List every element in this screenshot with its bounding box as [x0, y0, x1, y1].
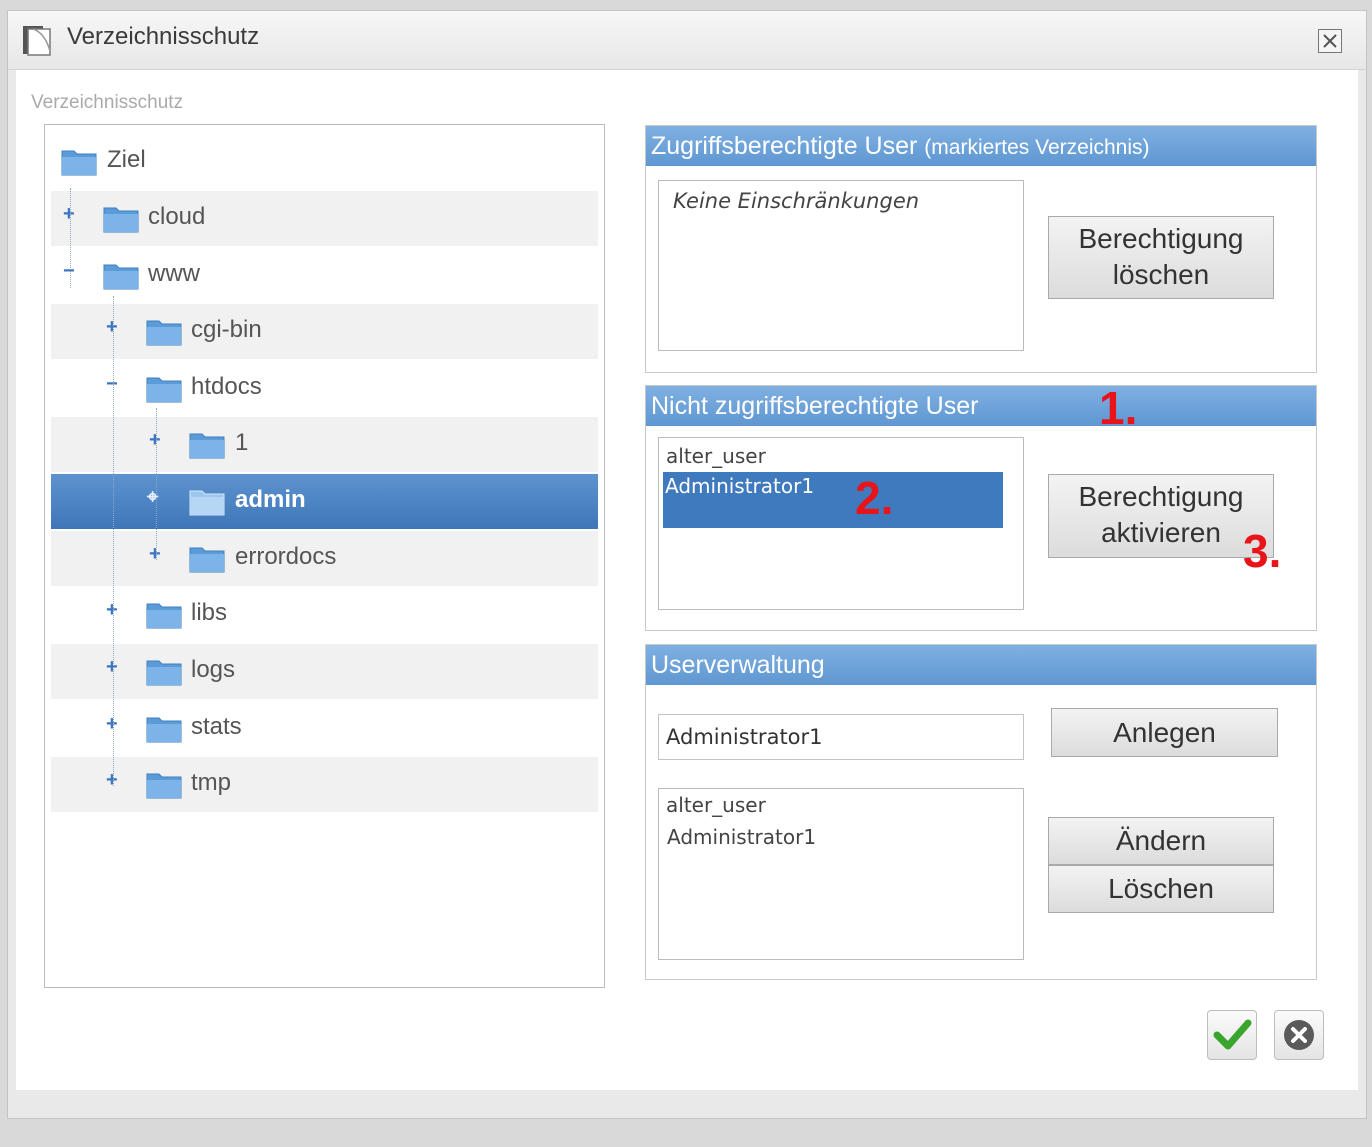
authorized-users-list[interactable]: Keine Einschränkungen	[658, 180, 1024, 351]
tree-connector	[70, 188, 71, 288]
user-management-panel: Userverwaltung Anlegen alter_user Admini…	[645, 644, 1317, 980]
folder-icon	[146, 320, 182, 346]
annotation-2: 2.	[855, 472, 894, 524]
unauthorized-users-panel: Nicht zugriffsberechtigte User alter_use…	[645, 385, 1317, 631]
tree-item-label: Ziel	[107, 146, 146, 173]
expand-icon[interactable]: +	[63, 203, 75, 226]
unauthorized-users-list[interactable]: alter_user Administrator1	[658, 437, 1024, 610]
expand-icon[interactable]: +	[149, 429, 161, 452]
collapse-icon[interactable]: −	[63, 260, 75, 283]
cancel-button[interactable]	[1274, 1010, 1324, 1060]
panel-header: Zugriffsberechtigte User (markiertes Ver…	[646, 126, 1316, 166]
tree-item-1[interactable]: + 1	[51, 417, 598, 472]
tree-item-label: admin	[235, 486, 306, 513]
ok-button[interactable]	[1207, 1010, 1257, 1060]
folder-icon	[146, 773, 182, 799]
tree-item-errordocs[interactable]: + errordocs	[51, 531, 598, 586]
user-list[interactable]: alter_user Administrator1	[658, 788, 1024, 960]
tree-connector	[113, 296, 114, 786]
expand-icon[interactable]: +	[106, 656, 118, 679]
tree-item-label: logs	[191, 656, 236, 683]
tree-item-libs[interactable]: + libs	[51, 587, 598, 642]
tree-item-htdocs[interactable]: − htdocs	[51, 361, 598, 416]
tree-item-label: errordocs	[235, 543, 337, 570]
tree-item-label: libs	[191, 599, 228, 626]
expand-icon[interactable]: +	[106, 769, 118, 792]
cancel-circle-icon	[1284, 1020, 1314, 1050]
list-item[interactable]: Keine Einschränkungen	[673, 189, 919, 213]
folder-open-icon	[146, 377, 182, 403]
tree-item-label: www	[148, 260, 200, 287]
tree-item-logs[interactable]: + logs	[51, 644, 598, 699]
delete-permission-button[interactable]: Berechtigung löschen	[1048, 216, 1274, 299]
tree-item-ziel[interactable]: Ziel	[51, 134, 598, 189]
folder-icon	[189, 490, 225, 516]
tree-item-label: cloud	[148, 203, 206, 230]
tree-item-label: htdocs	[191, 373, 262, 400]
close-button[interactable]	[1318, 29, 1342, 53]
list-item[interactable]: Administrator1	[667, 825, 816, 849]
create-user-button[interactable]: Anlegen	[1051, 708, 1278, 757]
tree-item-label: tmp	[191, 769, 232, 796]
folder-icon	[146, 603, 182, 629]
username-input[interactable]	[658, 714, 1024, 760]
panel-subtitle: (markiertes Verzeichnis)	[924, 136, 1150, 159]
expand-icon[interactable]: +	[106, 599, 118, 622]
tree-item-label: 1	[235, 429, 249, 456]
folder-icon	[103, 207, 139, 233]
tree-item-tmp[interactable]: + tmp	[51, 757, 598, 812]
list-item-selected[interactable]: Administrator1	[663, 472, 1003, 528]
list-item[interactable]: alter_user	[666, 444, 766, 468]
button-label: Berechtigung	[1078, 481, 1244, 512]
authorized-users-panel: Zugriffsberechtigte User (markiertes Ver…	[645, 125, 1317, 373]
list-item[interactable]: alter_user	[666, 793, 766, 817]
panel-header: Nicht zugriffsberechtigte User	[646, 386, 1316, 426]
tree-item-cloud[interactable]: + cloud	[51, 191, 598, 246]
folder-icon	[189, 433, 225, 459]
expand-icon[interactable]: +	[149, 543, 161, 566]
list-item-label: Administrator1	[665, 474, 815, 498]
directory-protection-icon	[23, 26, 51, 56]
annotation-1: 1.	[1099, 382, 1138, 434]
collapse-icon[interactable]: −	[106, 373, 118, 396]
window-title: Verzeichnisschutz	[67, 23, 260, 50]
activate-permission-button[interactable]: Berechtigung aktivieren	[1048, 474, 1274, 558]
folder-icon	[189, 547, 225, 573]
expand-icon[interactable]: +	[106, 316, 118, 339]
checkmark-icon	[1213, 1019, 1252, 1050]
section-label: Verzeichnisschutz	[31, 92, 184, 113]
expand-icon[interactable]: +	[106, 713, 118, 736]
annotation-3: 3.	[1243, 525, 1282, 577]
button-label: löschen	[1112, 259, 1210, 290]
folder-icon	[61, 150, 97, 176]
panel-header: Userverwaltung	[646, 645, 1316, 685]
tree-item-label: stats	[191, 713, 242, 740]
folder-icon	[146, 717, 182, 743]
title-bar: Verzeichnisschutz	[8, 11, 1366, 70]
close-icon	[1323, 34, 1337, 48]
tree-item-www[interactable]: − www	[51, 248, 598, 303]
tree-connector	[156, 408, 157, 560]
folder-icon	[146, 660, 182, 686]
folder-open-icon	[103, 264, 139, 290]
button-label: Berechtigung	[1078, 223, 1244, 254]
panel-title: Zugriffsberechtigte User	[651, 132, 918, 160]
tree-item-cgi-bin[interactable]: + cgi-bin	[51, 304, 598, 359]
button-label: aktivieren	[1101, 517, 1221, 548]
tree-item-stats[interactable]: + stats	[51, 701, 598, 756]
tree-item-admin[interactable]: ⌖ admin	[51, 474, 598, 529]
tree-item-label: cgi-bin	[191, 316, 262, 343]
delete-user-button[interactable]: Löschen	[1048, 865, 1274, 913]
change-user-button[interactable]: Ändern	[1048, 817, 1274, 865]
